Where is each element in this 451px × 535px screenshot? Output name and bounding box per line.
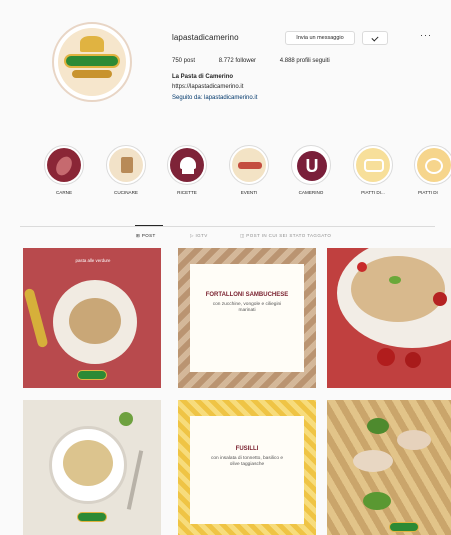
posts-count[interactable]: 750 post [172, 58, 195, 64]
dish-icon [417, 148, 451, 182]
profile-avatar[interactable] [52, 22, 132, 102]
post-tile[interactable] [23, 400, 161, 535]
recipe-title: FORTALLONI SAMBUCHESE [205, 292, 289, 298]
post-tile[interactable]: pasta alle verdure [23, 248, 161, 388]
highlight-label: EVENTI [240, 190, 258, 195]
tab-igtv[interactable]: ▷ IGTV [190, 233, 208, 239]
recipe-card: FUSILLI con insalata di tonnetto, basili… [190, 416, 304, 524]
profile-stats: 750 post 8.772 follower 4.888 profili se… [172, 58, 352, 64]
bio-tag-link[interactable]: Seguito da: lapastadicamerino.it [172, 95, 257, 101]
highlight-camerino[interactable]: U CAMERINO [287, 145, 335, 195]
bio-website-link[interactable]: https://lapastadicamerino.it [172, 84, 243, 90]
highlight-eventi[interactable]: EVENTI [225, 145, 273, 195]
highlight-carne[interactable]: CARNE [40, 145, 88, 195]
basil-image [367, 418, 389, 434]
zucchini-flower-image [23, 287, 49, 349]
tomato-image [433, 292, 447, 306]
tab-posts[interactable]: ⊞ POST [136, 233, 156, 239]
herb-image [389, 276, 401, 284]
post-tile[interactable] [327, 400, 451, 535]
highlight-label: CARNE [55, 190, 73, 195]
post-tile[interactable]: FUSILLI con insalata di tonnetto, basili… [178, 400, 316, 535]
following-button[interactable] [362, 31, 388, 45]
post-caption: pasta alle verdure [75, 258, 111, 263]
profile-username: lapastadicamerino [172, 33, 239, 42]
following-count[interactable]: 4.888 profili seguiti [280, 58, 330, 64]
chef-hat-icon [170, 148, 204, 182]
brand-logo-mini [77, 512, 107, 522]
wheat-icon [80, 36, 104, 52]
tomato-image [377, 348, 395, 366]
post-tile[interactable] [327, 248, 451, 388]
cooking-icon [109, 148, 143, 182]
recipe-subtitle: con zucchine, vongole e ciliegini marina… [212, 302, 282, 313]
logo-band [64, 54, 120, 68]
tabs-divider [20, 226, 435, 227]
basil-image [363, 492, 391, 510]
brand-logo-mini [389, 522, 419, 532]
tuna-image [397, 430, 431, 450]
recipe-title: FUSILLI [235, 446, 259, 452]
recipe-subtitle: con insalata di tonnetto, basilico e oli… [210, 456, 283, 467]
highlight-label: PIATTI DI... [361, 190, 385, 195]
tuna-image [353, 450, 393, 472]
highlight-label: CAMERINO [298, 190, 324, 195]
logo-base [72, 70, 112, 78]
active-tab-indicator [135, 225, 163, 226]
tomato-image [357, 262, 367, 272]
tomato-image [405, 352, 421, 368]
more-options-button[interactable]: ··· [420, 30, 432, 40]
highlight-cucinare[interactable]: CUCINARE [102, 145, 150, 195]
highlight-label: RICETTE [177, 190, 197, 195]
highlight-piatti-2[interactable]: PIATTI DI [410, 145, 451, 195]
tab-tagged[interactable]: ◫ POST IN CUI SEI STATO TAGGATO [240, 233, 331, 239]
university-u-icon: U [294, 148, 328, 182]
pasta-image [63, 440, 113, 486]
instagram-profile-page: lapastadicamerino Invia un messaggio ···… [0, 0, 451, 535]
brand-logo-mini [77, 370, 107, 380]
highlight-piatti-1[interactable]: PIATTI DI... [349, 145, 397, 195]
pasta-image [69, 298, 121, 344]
person-check-icon [371, 34, 379, 42]
basil-image [119, 412, 133, 426]
brand-logo [58, 28, 126, 96]
post-tile[interactable]: FORTALLONI SAMBUCHESE con zucchine, vong… [178, 248, 316, 388]
recipe-card: FORTALLONI SAMBUCHESE con zucchine, vong… [190, 264, 304, 372]
highlight-label: CUCINARE [114, 190, 138, 195]
highlight-ricette[interactable]: RICETTE [163, 145, 211, 195]
bio-name: La Pasta di Camerino [172, 74, 234, 80]
dish-icon [356, 148, 390, 182]
meat-icon [47, 148, 81, 182]
followers-count[interactable]: 8.772 follower [219, 58, 256, 64]
message-button[interactable]: Invia un messaggio [285, 31, 355, 45]
events-logo-icon [232, 148, 266, 182]
highlight-label: PIATTI DI [418, 190, 438, 195]
